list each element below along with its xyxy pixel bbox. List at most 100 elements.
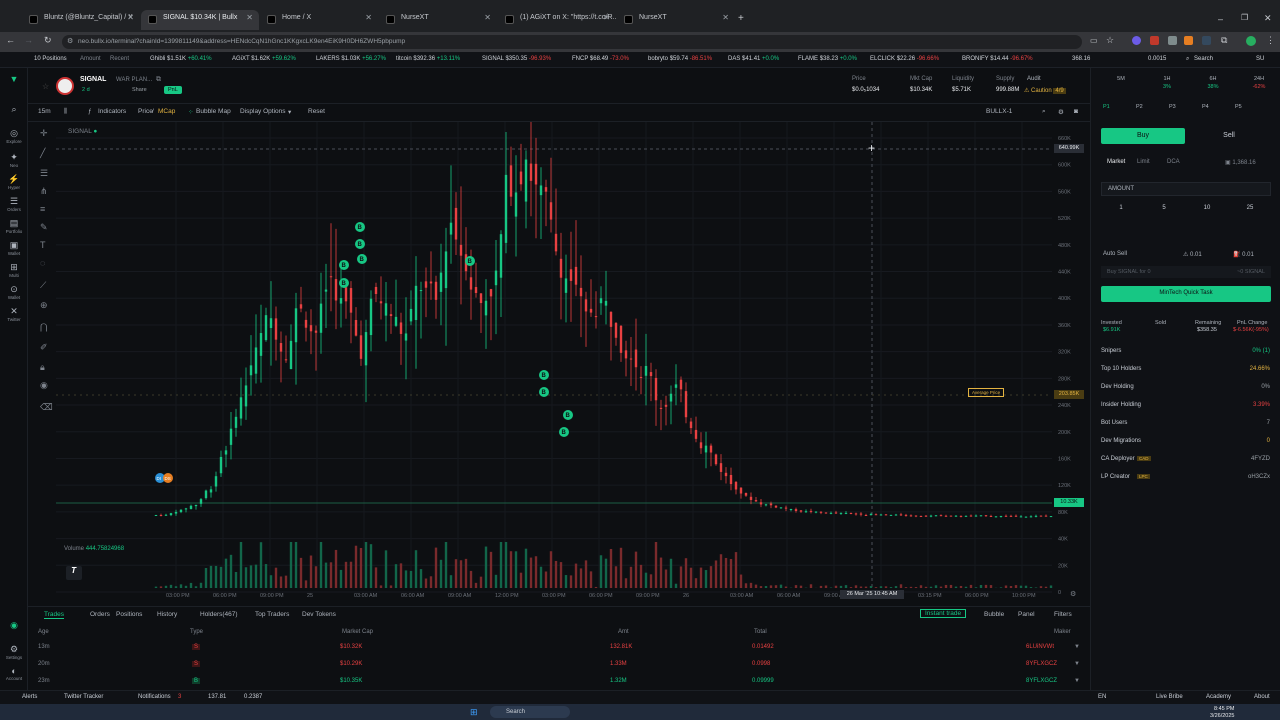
ticker-item[interactable]: bobryto $59.74 -86.51%	[648, 56, 712, 62]
mcap-toggle[interactable]: MCap	[158, 108, 175, 115]
search-icon[interactable]: ⌕	[1186, 56, 1189, 63]
bottom-tab[interactable]: Holders(467)	[200, 611, 238, 618]
extension-icon[interactable]	[1202, 36, 1211, 45]
tab-close-icon[interactable]: ✕	[484, 13, 491, 22]
notifications-button[interactable]: Notifications	[138, 694, 171, 700]
twitter-tracker-button[interactable]: Twitter Tracker	[64, 694, 103, 700]
lock-drawing-tool-icon[interactable]: ✐	[40, 342, 48, 353]
nav-orders[interactable]: ☰ Orders	[4, 196, 24, 212]
bottom-tab[interactable]: History	[157, 611, 177, 618]
amount-input[interactable]: AMOUNT	[1101, 182, 1271, 196]
tab-close-icon[interactable]: ✕	[603, 13, 610, 22]
ticker-item[interactable]: AGiXT $1.62K +59.62%	[232, 56, 296, 62]
copy-icon[interactable]: ⧉	[156, 76, 161, 84]
auto-sell-toggle[interactable]: Auto Sell	[1103, 251, 1127, 257]
price-chart[interactable]: + B B B B B B B B B B DI DS 660K 600K 560K 520K 480K 440K…	[56, 100, 1090, 604]
ticker-item[interactable]: ELCLICK $22.26 -96.66%	[870, 56, 939, 62]
table-row[interactable]: 13m S $10.32K 132.81K 0.01492 6LUiNVWt ▼	[28, 640, 1090, 656]
nav-neo[interactable]: ✦ Neo	[4, 152, 24, 168]
user-menu[interactable]: SU	[1256, 56, 1264, 62]
tab-close-icon[interactable]: ✕	[365, 13, 372, 22]
ticker-item[interactable]: BRONIFY $14.44 -96.67%	[962, 56, 1033, 62]
panel-button[interactable]: Panel	[1018, 611, 1035, 618]
ticker-item[interactable]: titcoin $392.36 +13.11%	[396, 56, 460, 62]
column-header[interactable]: Age	[38, 629, 49, 635]
extensions-puzzle-icon[interactable]: ⧉	[1221, 35, 1227, 46]
windows-start-icon[interactable]: ⊞	[470, 707, 478, 718]
trendline-tool-icon[interactable]: ╱	[40, 148, 45, 159]
timeframe-label[interactable]: 24H	[1239, 76, 1279, 82]
timeframe-label[interactable]: 6H	[1193, 76, 1233, 82]
candle-style-icon[interactable]: ⫼	[64, 108, 67, 116]
tab-close-icon[interactable]: ✕	[127, 13, 134, 22]
chevron-down-icon[interactable]: ▾	[288, 108, 291, 116]
column-header[interactable]: Maker	[1054, 629, 1071, 635]
browser-tab[interactable]: SIGNAL $10.34K | Bullx ✕	[141, 10, 259, 30]
close-window-icon[interactable]: ✕	[1264, 13, 1272, 24]
timeframe-label[interactable]: 1H	[1147, 76, 1187, 82]
quick-task-button[interactable]: MinTech Quick Task	[1101, 286, 1271, 302]
tab-close-icon[interactable]: ✕	[722, 13, 729, 22]
timeframe-label[interactable]: 5M	[1101, 76, 1141, 82]
install-icon[interactable]: ▭	[1090, 36, 1098, 45]
pnl-button[interactable]: PnL	[164, 86, 182, 94]
indicators-icon[interactable]: ƒ	[88, 108, 92, 115]
forward-icon[interactable]: →	[24, 35, 33, 45]
crosshair-tool-icon[interactable]: ✛	[40, 128, 48, 139]
browser-tab[interactable]: NurseXT ✕	[379, 10, 497, 30]
ticker-item[interactable]: FLAME $38.23 +0.0%	[798, 56, 857, 62]
extension-icon[interactable]	[1184, 36, 1193, 45]
preset-tab[interactable]: P4	[1202, 104, 1209, 110]
trade-maker[interactable]: 6LUiNVWt	[1026, 644, 1054, 650]
nav-explore[interactable]: ◎ Explore	[4, 128, 24, 144]
price-toggle[interactable]: Price	[138, 108, 153, 115]
ruler-tool-icon[interactable]: ⟋	[40, 280, 46, 291]
extension-icon[interactable]	[1132, 36, 1141, 45]
browser-tab[interactable]: NurseXT ✕	[617, 10, 735, 30]
nav-twitter[interactable]: ✕ Twitter	[4, 306, 24, 322]
nav-multi[interactable]: ⊞ Multi	[4, 262, 24, 278]
browser-tab[interactable]: Home / X ✕	[260, 10, 378, 30]
column-header[interactable]: Amt	[618, 629, 629, 635]
about-link[interactable]: About	[1254, 694, 1270, 700]
ticker-item[interactable]: SIGNAL $350.35 -96.93%	[482, 56, 551, 62]
ticker-item[interactable]: FNCP $68.49 -73.0%	[572, 56, 629, 62]
academy-link[interactable]: Academy	[1206, 694, 1231, 700]
column-header[interactable]: Total	[754, 629, 767, 635]
nav-settings[interactable]: ⚙ Settings	[4, 644, 24, 660]
order-type-tab[interactable]: DCA	[1167, 159, 1180, 165]
alerts-button[interactable]: Alerts	[22, 694, 37, 700]
language-selector[interactable]: EN	[1098, 694, 1106, 700]
bottom-tab[interactable]: Trades	[44, 611, 64, 619]
browser-menu-icon[interactable]: ⋮	[1266, 35, 1275, 46]
profile-avatar[interactable]	[1246, 36, 1256, 46]
trash-icon[interactable]: ⌫	[40, 402, 53, 413]
horizontal-line-tool-icon[interactable]: ☰	[40, 168, 48, 179]
nav-tutorial[interactable]: ◉	[4, 620, 24, 631]
nav-account[interactable]: ◐ Account	[4, 666, 24, 681]
global-search[interactable]: Search	[1194, 56, 1213, 62]
filters-button[interactable]: Filters	[1054, 611, 1072, 618]
bubble-map-button[interactable]: Bubble Map	[196, 108, 231, 115]
favorite-star-icon[interactable]: ☆	[42, 82, 49, 91]
sell-tab[interactable]: Sell	[1187, 128, 1271, 144]
zoom-tool-icon[interactable]: ⊕	[40, 300, 48, 311]
table-row[interactable]: 20m S $10.29K 1.33M 0.0998 8YFLXGCZ ▼	[28, 657, 1090, 673]
instant-trade-button[interactable]: Instant trade	[920, 609, 967, 618]
amount-sort[interactable]: Amount	[80, 56, 101, 62]
reset-button[interactable]: Reset	[308, 108, 325, 115]
trade-maker[interactable]: 8YFLXGCZ	[1026, 678, 1057, 684]
extension-icon[interactable]	[1168, 36, 1177, 45]
column-header[interactable]: Market Cap	[342, 629, 373, 635]
nav-portfolio[interactable]: ▤ Portfolio	[4, 218, 24, 234]
bubble-button[interactable]: Bubble	[984, 611, 1004, 618]
display-options-button[interactable]: Display Options	[240, 108, 286, 115]
ticker-item[interactable]: Ghibli $1.51K +60.41%	[150, 56, 212, 62]
preset-tab[interactable]: P2	[1136, 104, 1143, 110]
quick-amount-button[interactable]: 25	[1230, 202, 1270, 216]
chart-search-icon[interactable]: ⌕	[1042, 108, 1046, 116]
chart-settings-icon[interactable]: ⚙	[1058, 108, 1064, 116]
reload-icon[interactable]: ↻	[44, 35, 52, 46]
maximize-icon[interactable]: ❐	[1241, 13, 1248, 22]
back-icon[interactable]: ←	[6, 35, 15, 45]
